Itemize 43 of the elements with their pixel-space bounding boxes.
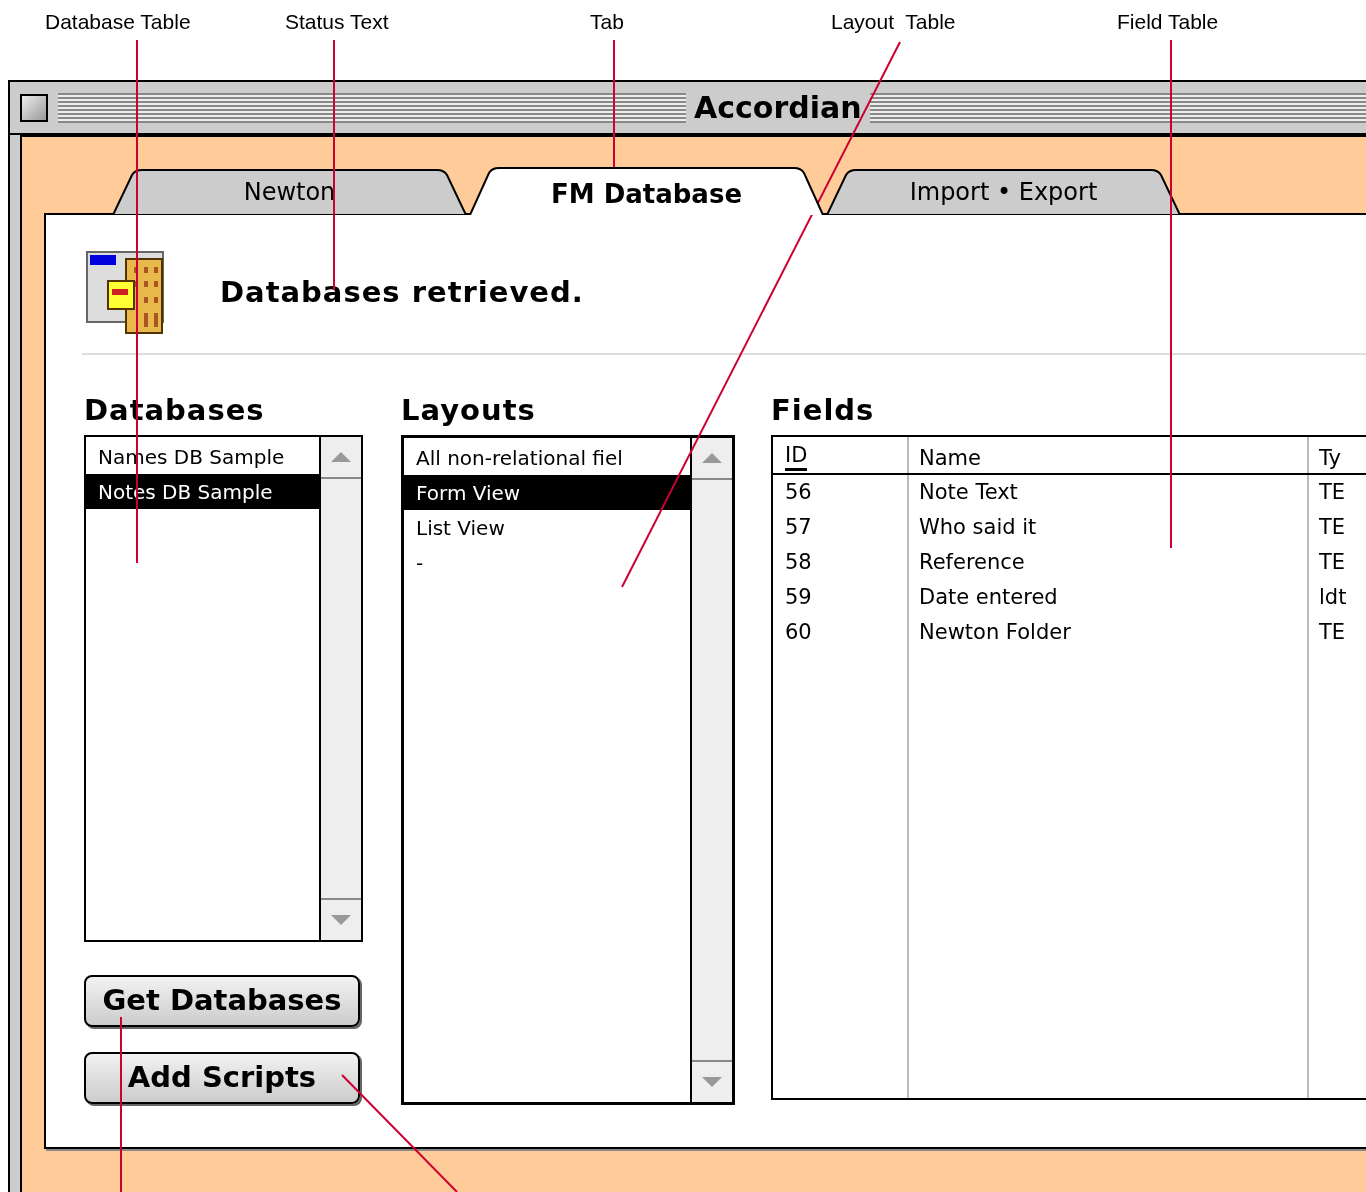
callout-label: Layout Table [831, 9, 956, 35]
layouts-heading: Layouts [401, 392, 537, 429]
table-cell: ldt [1319, 584, 1347, 609]
table-cell: Newton Folder [919, 619, 1071, 644]
list-item[interactable]: All non-relational fiel [404, 440, 690, 475]
list-item[interactable]: List View [404, 510, 690, 545]
table-cell: 57 [785, 514, 812, 539]
scroll-bar[interactable] [319, 437, 361, 940]
scroll-bar[interactable] [690, 438, 732, 1102]
table-cell: 59 [785, 584, 812, 609]
table-cell: 60 [785, 619, 812, 644]
scroll-down-arrow-icon[interactable] [331, 915, 351, 925]
table-cell: Reference [919, 549, 1025, 574]
table-cell: 58 [785, 549, 812, 574]
scroll-down-arrow-icon[interactable] [702, 1077, 722, 1087]
table-cell: 56 [785, 479, 812, 504]
tab[interactable]: Import • Export [826, 169, 1181, 215]
fields-heading: Fields [771, 392, 876, 429]
table-cell: Who said it [919, 514, 1037, 539]
table-cell: TE [1319, 549, 1346, 574]
column-header[interactable]: ID [785, 441, 808, 471]
callout-label: Field Table [1117, 9, 1219, 35]
callout-label: Database Table [45, 9, 191, 35]
scroll-up-arrow-icon[interactable] [702, 453, 722, 463]
tab[interactable]: Newton [112, 169, 467, 215]
scroll-up-arrow-icon[interactable] [331, 452, 351, 462]
callout-label: Tab [590, 9, 624, 35]
column-header[interactable]: Ty [1319, 444, 1341, 471]
column-header[interactable]: Name [919, 444, 981, 471]
table-cell: TE [1319, 479, 1346, 504]
window-title: Accordian [693, 92, 863, 123]
table-cell: TE [1319, 619, 1346, 644]
table-cell: TE [1319, 514, 1346, 539]
tab[interactable]: FM Database [469, 167, 824, 215]
action-button[interactable]: Get Databases [84, 975, 360, 1027]
table-cell: Date entered [919, 584, 1058, 609]
list-item[interactable]: - [404, 545, 690, 580]
callout-label: Status Text [285, 9, 389, 35]
table-cell: Note Text [919, 479, 1018, 504]
close-box[interactable] [20, 93, 48, 122]
list-item[interactable]: Form View [404, 475, 690, 510]
action-button[interactable]: Add Scripts [84, 1052, 360, 1104]
status-text: Databases retrieved. [220, 274, 584, 312]
